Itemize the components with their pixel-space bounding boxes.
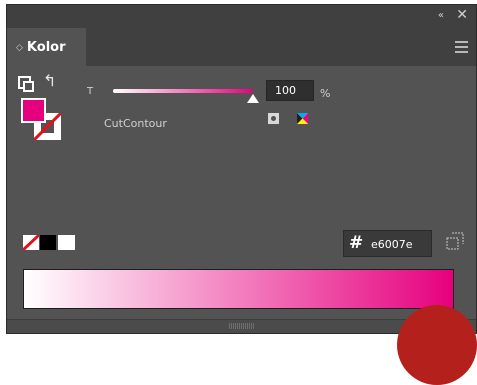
hex-field[interactable]: # e6007e bbox=[343, 230, 432, 257]
white-swatch-icon[interactable] bbox=[58, 235, 75, 250]
add-swatch-cube-icon[interactable] bbox=[446, 232, 464, 250]
tint-slider-handle[interactable] bbox=[247, 94, 259, 103]
tint-slider-track bbox=[113, 89, 253, 93]
fill-swatch[interactable] bbox=[21, 98, 46, 123]
black-swatch-icon[interactable] bbox=[40, 235, 56, 250]
tint-label: T bbox=[87, 86, 94, 97]
hex-symbol: # bbox=[349, 233, 364, 253]
none-swatch-icon[interactable] bbox=[23, 235, 39, 250]
swap-arrow-icon[interactable]: ↰ bbox=[43, 71, 56, 90]
color-name: CutContour bbox=[104, 117, 167, 130]
tab-label: Kolor bbox=[26, 40, 66, 55]
tab-chevron-icon: ◇ bbox=[16, 43, 23, 53]
tint-unit: % bbox=[320, 87, 331, 100]
tab-kolor[interactable]: ◇ Kolor bbox=[7, 28, 86, 66]
panel-tabbar: ◇ Kolor bbox=[7, 28, 476, 66]
resize-grip-icon[interactable] bbox=[228, 323, 255, 329]
red-circle-overlay bbox=[397, 305, 477, 385]
panel-titlebar: « ✕ bbox=[7, 5, 476, 28]
panel-menu-icon[interactable] bbox=[455, 41, 468, 56]
tint-value-field[interactable]: 100 bbox=[266, 80, 314, 101]
spot-color-icon[interactable] bbox=[268, 113, 279, 124]
process-color-icon[interactable] bbox=[297, 113, 308, 124]
color-ramp[interactable] bbox=[23, 269, 454, 309]
collapse-panel-icon[interactable]: « bbox=[438, 10, 444, 21]
fill-stroke-default-icon[interactable] bbox=[18, 76, 34, 92]
color-panel: « ✕ ◇ Kolor ↰ T 100 % CutContour # e6007… bbox=[6, 4, 477, 334]
close-panel-icon[interactable]: ✕ bbox=[456, 7, 468, 23]
tint-slider[interactable] bbox=[113, 88, 259, 103]
hex-value[interactable]: e6007e bbox=[371, 238, 413, 251]
